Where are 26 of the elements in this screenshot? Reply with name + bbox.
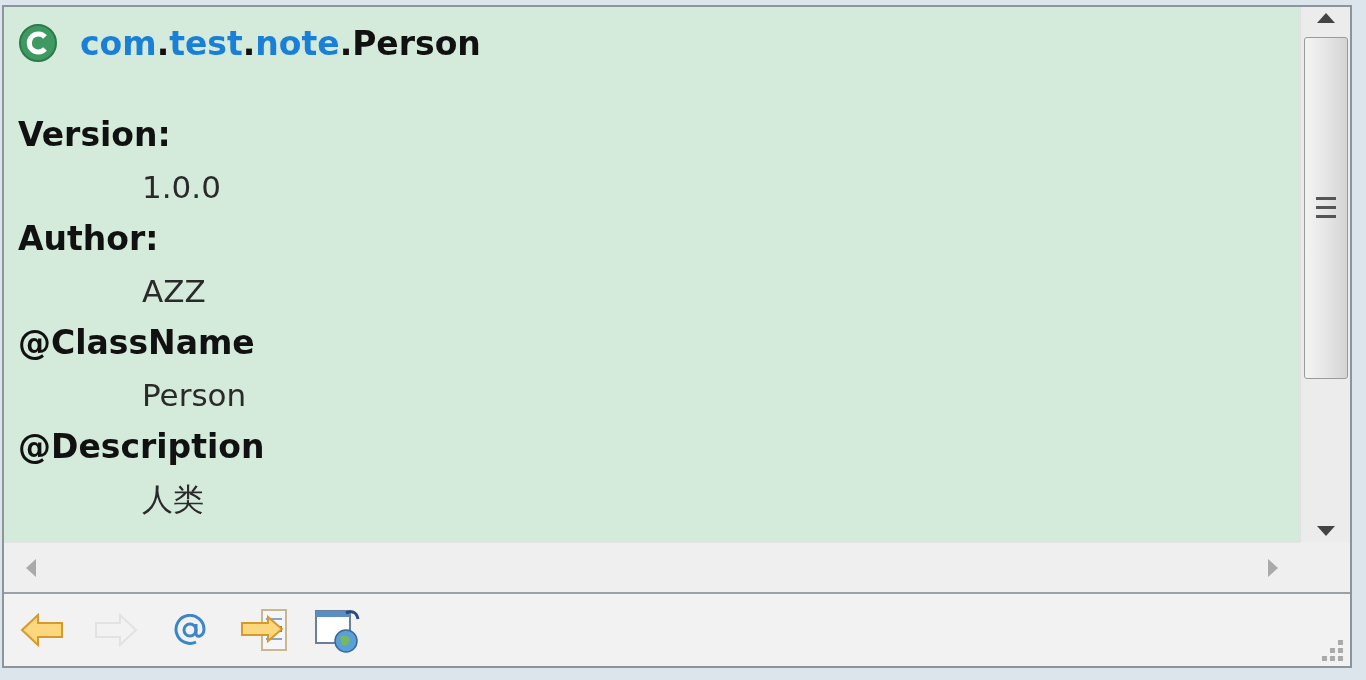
tag-label: Author: bbox=[18, 218, 160, 260]
tag-value: 人类 bbox=[141, 480, 205, 519]
browser-globe-icon bbox=[314, 607, 362, 653]
package-link[interactable]: note bbox=[255, 23, 340, 63]
arrow-into-document-icon bbox=[240, 608, 288, 652]
tag-value: AZZ bbox=[141, 272, 207, 311]
tag-label: Version: bbox=[18, 114, 172, 156]
tag-label: @ClassName bbox=[18, 322, 256, 364]
back-arrow-icon bbox=[20, 613, 64, 647]
scroll-up-icon[interactable] bbox=[1316, 13, 1335, 23]
vertical-scrollbar[interactable] bbox=[1300, 7, 1350, 542]
class-icon bbox=[18, 23, 58, 63]
scroll-right-icon[interactable] bbox=[1268, 558, 1278, 577]
package-link[interactable]: com bbox=[80, 23, 157, 63]
package-link[interactable]: test bbox=[169, 23, 243, 63]
tag-value: Person bbox=[141, 376, 248, 415]
tag-value: 1.0.0 bbox=[141, 168, 222, 207]
grip-icon bbox=[1315, 197, 1336, 219]
class-name: com.test.note.Person bbox=[80, 23, 481, 63]
scroll-left-icon[interactable] bbox=[26, 558, 36, 577]
scroll-down-icon[interactable] bbox=[1316, 526, 1335, 536]
at-sign-icon bbox=[174, 614, 206, 646]
tag-label: @Description bbox=[18, 426, 266, 468]
scrollbar-thumb[interactable] bbox=[1303, 37, 1348, 379]
resize-grip-icon[interactable] bbox=[1322, 640, 1344, 662]
open-button[interactable] bbox=[240, 606, 288, 654]
